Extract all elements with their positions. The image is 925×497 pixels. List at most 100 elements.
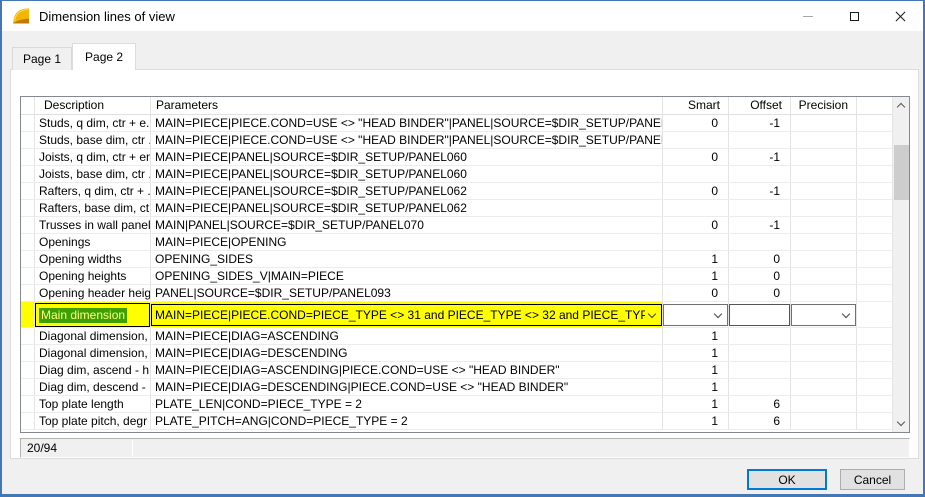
table-row[interactable]: Rafters, q dim, ctr + ...MAIN=PIECE|PANE… — [21, 183, 892, 200]
row-header-cell[interactable] — [21, 396, 35, 412]
precision-cell — [791, 132, 857, 148]
precision-cell — [791, 396, 857, 412]
parameters-combobox[interactable]: MAIN=PIECE|PIECE.COND=PIECE_TYPE <> 31 a… — [151, 304, 662, 326]
description-cell: Top plate pitch, degr — [35, 413, 151, 429]
precision-cell — [791, 345, 857, 361]
smart-combobox[interactable] — [663, 304, 728, 326]
offset-cell — [729, 379, 791, 395]
row-header-cell[interactable] — [21, 115, 35, 131]
cancel-button[interactable]: Cancel — [840, 469, 905, 490]
tab-page-2[interactable]: Page 2 — [72, 43, 136, 70]
row-header-cell[interactable] — [21, 302, 35, 327]
offset-cell: -1 — [729, 183, 791, 199]
parameters-cell: MAIN=PIECE|PIECE.COND=USE <> "HEAD BINDE… — [151, 132, 663, 148]
row-header-cell[interactable] — [21, 217, 35, 233]
maximize-button[interactable] — [831, 1, 877, 31]
table-row[interactable]: Studs, q dim, ctr + e...MAIN=PIECE|PIECE… — [21, 115, 892, 132]
selected-text: Main dimension — [39, 308, 127, 323]
table-row[interactable]: Diagonal dimension, ...MAIN=PIECE|DIAG=A… — [21, 328, 892, 345]
table-row[interactable]: Trusses in wall panelMAIN|PANEL|SOURCE=$… — [21, 217, 892, 234]
precision-cell — [791, 379, 857, 395]
row-header-cell[interactable] — [21, 166, 35, 182]
offset-cell — [729, 328, 791, 344]
row-header-cell[interactable] — [21, 149, 35, 165]
offset-cell: -1 — [729, 115, 791, 131]
table-row[interactable]: OpeningsMAIN=PIECE|OPENING — [21, 234, 892, 251]
row-header-cell[interactable] — [21, 251, 35, 267]
table-row[interactable]: Top plate pitch, degrPLATE_PITCH=ANG|CON… — [21, 413, 892, 430]
column-header-offset[interactable]: Offset — [729, 97, 791, 114]
title-bar: Dimension lines of view — [2, 1, 923, 31]
row-header-cell[interactable] — [21, 132, 35, 148]
table-row[interactable]: Studs, base dim, ctr ...MAIN=PIECE|PIECE… — [21, 132, 892, 149]
precision-cell — [791, 166, 857, 182]
table-row[interactable]: Opening widthsOPENING_SIDES10 — [21, 251, 892, 268]
row-header-cell[interactable] — [21, 285, 35, 301]
column-header-smart[interactable]: Smart — [663, 97, 729, 114]
column-header-precision[interactable]: Precision — [791, 97, 857, 114]
table-row[interactable]: Joists, base dim, ctr ...MAIN=PIECE|PANE… — [21, 166, 892, 183]
row-header-cell[interactable] — [21, 234, 35, 250]
description-cell: Opening heights — [35, 268, 151, 284]
table-row[interactable]: Rafters, base dim, ct...MAIN=PIECE|PANEL… — [21, 200, 892, 217]
smart-cell: 0 — [663, 183, 729, 199]
parameters-cell: MAIN=PIECE|PANEL|SOURCE=$DIR_SETUP/PANEL… — [151, 149, 663, 165]
minimize-button — [785, 1, 831, 31]
row-header-cell[interactable] — [21, 200, 35, 216]
column-header-parameters[interactable]: Parameters — [151, 97, 663, 114]
table-row[interactable]: Joists, q dim, ctr + en...MAIN=PIECE|PAN… — [21, 149, 892, 166]
table-row[interactable]: Diag dim, descend - ...MAIN=PIECE|DIAG=D… — [21, 379, 892, 396]
offset-cell — [729, 132, 791, 148]
row-header-cell[interactable] — [21, 345, 35, 361]
offset-cell: -1 — [729, 217, 791, 233]
table-row[interactable]: Main dimension MAIN=PIECE|PIECE.COND=PIEC… — [21, 302, 892, 328]
smart-cell: 1 — [663, 251, 729, 267]
ok-button[interactable]: OK — [747, 469, 827, 490]
spacer-cell — [857, 115, 892, 131]
offset-cell — [729, 166, 791, 182]
spacer-cell — [857, 183, 892, 199]
table-row[interactable]: Opening header heig...PANEL|SOURCE=$DIR_… — [21, 285, 892, 302]
row-header-cell[interactable] — [21, 183, 35, 199]
spacer-cell — [857, 149, 892, 165]
row-header-cell[interactable] — [21, 328, 35, 344]
table-row[interactable]: Opening heightsOPENING_SIDES_V|MAIN=PIEC… — [21, 268, 892, 285]
scroll-up-button[interactable] — [893, 97, 909, 114]
column-header-description[interactable]: Description — [35, 97, 151, 114]
parameters-cell: MAIN=PIECE|PANEL|SOURCE=$DIR_SETUP/PANEL… — [151, 166, 663, 182]
offset-cell: 0 — [729, 285, 791, 301]
table-row[interactable]: Diagonal dimension, ...MAIN=PIECE|DIAG=D… — [21, 345, 892, 362]
description-cell: Rafters, base dim, ct... — [35, 200, 151, 216]
scrollbar-thumb[interactable] — [894, 145, 909, 200]
close-button[interactable] — [877, 1, 923, 31]
dialog-window: Dimension lines of view Page 1Page 2 Des… — [0, 0, 925, 497]
scroll-down-button[interactable] — [893, 415, 909, 432]
status-position: 20/94 — [27, 441, 57, 455]
spacer-cell — [857, 217, 892, 233]
precision-combobox[interactable] — [791, 304, 856, 326]
offset-edit[interactable] — [729, 304, 790, 326]
smart-cell: 0 — [663, 285, 729, 301]
vertical-scrollbar[interactable] — [892, 97, 909, 432]
description-cell: Studs, base dim, ctr ... — [35, 132, 151, 148]
row-header-cell[interactable] — [21, 379, 35, 395]
minimize-icon — [803, 16, 813, 17]
tab-page-1[interactable]: Page 1 — [12, 47, 72, 70]
smart-cell: 0 — [663, 149, 729, 165]
scrollbar-up-icon — [897, 103, 905, 111]
parameters-cell: MAIN=PIECE|PANEL|SOURCE=$DIR_SETUP/PANEL… — [151, 183, 663, 199]
spacer-cell — [857, 413, 892, 429]
parameters-cell: PLATE_PITCH=ANG|COND=PIECE_TYPE = 2 — [151, 413, 663, 429]
row-header-cell[interactable] — [21, 362, 35, 378]
table-row[interactable]: Diag dim, ascend - h...MAIN=PIECE|DIAG=A… — [21, 362, 892, 379]
row-header-cell[interactable] — [21, 413, 35, 429]
parameters-cell: MAIN=PIECE|PIECE.COND=USE <> "HEAD BINDE… — [151, 115, 663, 131]
offset-cell — [729, 302, 791, 327]
offset-cell: 6 — [729, 396, 791, 412]
precision-cell — [791, 115, 857, 131]
table-row[interactable]: Top plate lengthPLATE_LEN|COND=PIECE_TYP… — [21, 396, 892, 413]
row-header-cell[interactable] — [21, 268, 35, 284]
grid-body: Studs, q dim, ctr + e...MAIN=PIECE|PIECE… — [21, 115, 892, 432]
description-cell: Opening widths — [35, 251, 151, 267]
description-edit[interactable]: Main dimension — [35, 303, 150, 327]
